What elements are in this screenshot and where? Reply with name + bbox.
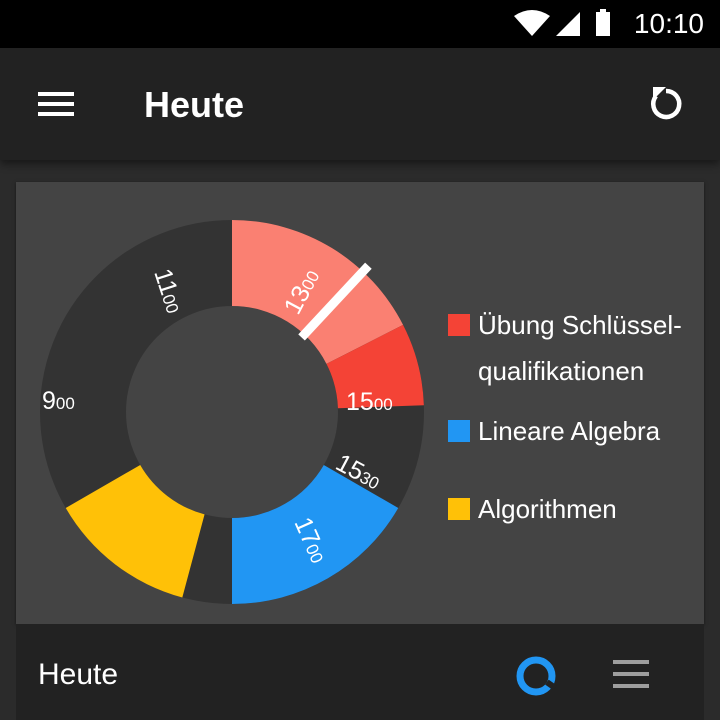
wifi-icon [514, 10, 550, 36]
legend-swatch [448, 314, 470, 336]
legend-label: Übung Schlüssel- qualifikationen [478, 310, 682, 386]
list-view-icon[interactable] [610, 658, 654, 694]
battery-icon [596, 9, 610, 36]
legend-label: Algorithmen [478, 494, 617, 524]
status-time: 10:10 [633, 8, 704, 39]
legend-swatch [448, 420, 470, 442]
schedule-card: 900 1100 1300 1500 1530 1700 Übung Schlüssel-… [16, 182, 704, 624]
app-bar: Heute [0, 48, 720, 160]
status-bar: 10:10 [0, 0, 720, 48]
legend-label: Lineare Algebra [478, 416, 661, 446]
bottom-title: Heute [38, 658, 119, 691]
donut-chart-icon[interactable] [514, 654, 558, 698]
legend-swatch [448, 498, 470, 520]
bottom-bar: Heute [16, 624, 704, 720]
app-title: Heute [144, 84, 245, 125]
donut-chart: 9001100 1300150015301700 [40, 220, 424, 604]
hamburger-menu-icon[interactable] [26, 84, 86, 124]
refresh-icon[interactable] [642, 80, 690, 128]
signal-icon [556, 12, 580, 36]
